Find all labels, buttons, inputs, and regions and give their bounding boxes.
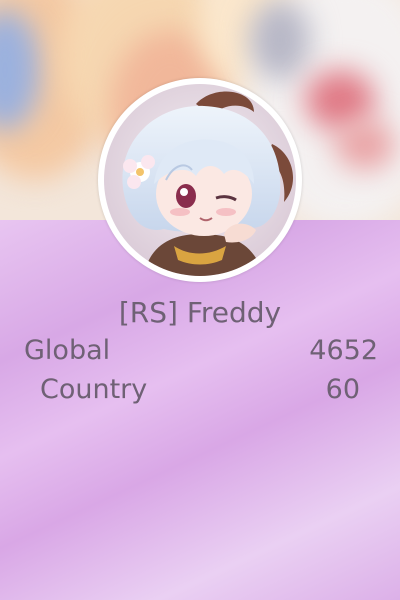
avatar[interactable] — [98, 78, 302, 282]
avatar-image — [104, 84, 296, 276]
global-rank-value: 4652 — [309, 335, 378, 366]
global-rank-label: Global — [24, 335, 111, 366]
country-rank-label: Country — [40, 374, 148, 405]
country-rank-value: 60 — [325, 374, 360, 405]
username: [RS] Freddy — [118, 296, 282, 329]
profile-card: [RS] Freddy Global 4652 Country 60 — [0, 0, 400, 600]
